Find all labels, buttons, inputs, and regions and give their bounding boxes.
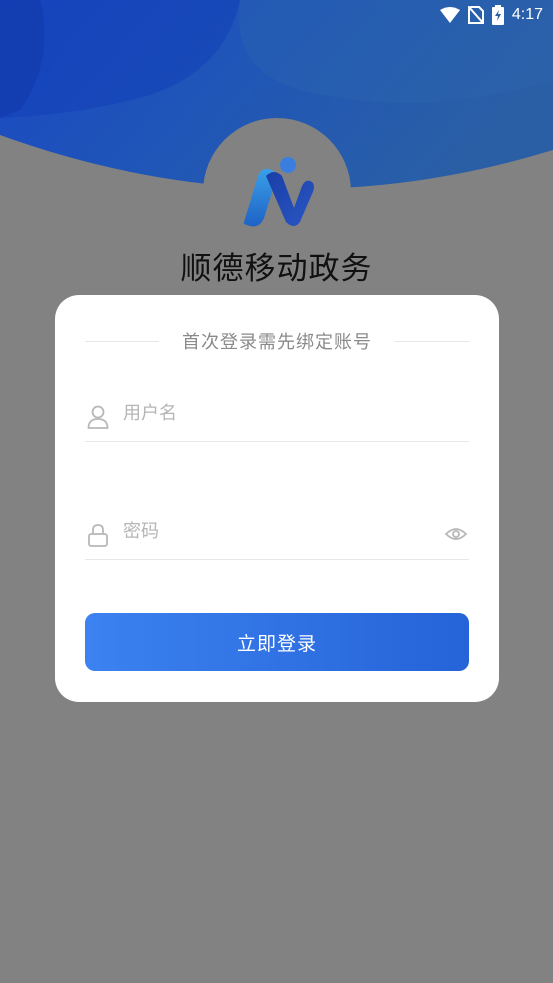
- app-logo-icon: [243, 157, 314, 227]
- login-card: 首次登录需先绑定账号 立即登录: [55, 295, 499, 702]
- eye-icon[interactable]: [445, 525, 467, 543]
- app-title: 顺德移动政务: [180, 251, 373, 287]
- login-button[interactable]: 立即登录: [85, 613, 469, 671]
- no-sim-icon: [467, 6, 484, 24]
- password-field: [85, 509, 469, 560]
- password-input[interactable]: [123, 515, 423, 547]
- wifi-icon: [439, 7, 460, 23]
- battery-charging-icon: [491, 5, 504, 25]
- status-bar: 4:17: [0, 0, 553, 30]
- username-field: [85, 391, 469, 442]
- hint-divider-right: [395, 341, 469, 342]
- username-input[interactable]: [123, 397, 423, 429]
- status-icons: 4:17: [439, 4, 543, 26]
- lock-icon: [88, 524, 108, 547]
- user-icon: [87, 405, 109, 429]
- status-time: 4:17: [511, 6, 543, 23]
